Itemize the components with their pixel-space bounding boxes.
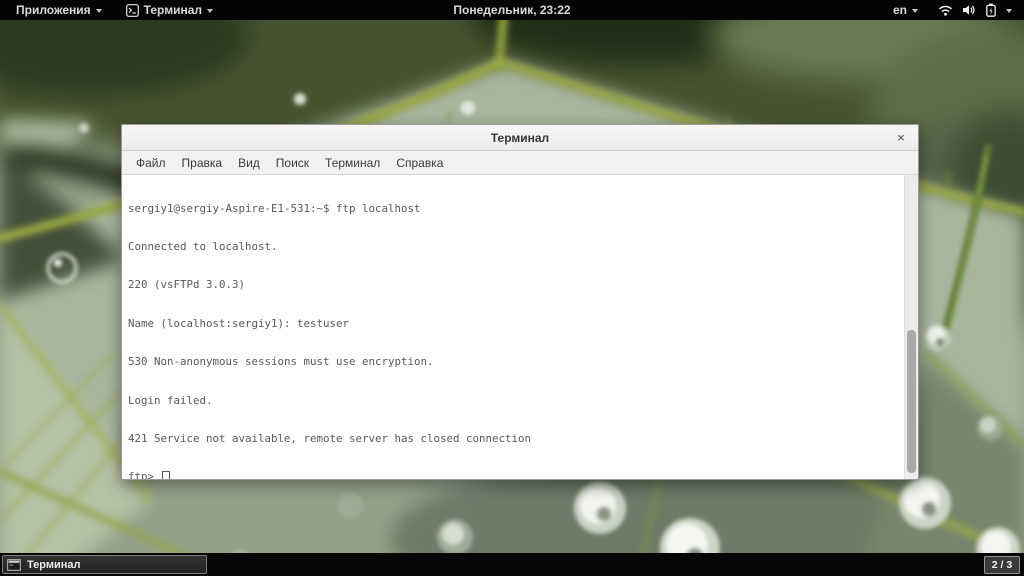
keyboard-layout-indicator[interactable]: en — [891, 0, 920, 20]
terminal-line: 421 Service not available, remote server… — [128, 431, 532, 445]
menu-item-search[interactable]: Поиск — [268, 153, 317, 173]
window-menubar: Файл Правка Вид Поиск Терминал Справка — [122, 151, 918, 175]
window-title: Терминал — [490, 130, 550, 145]
menu-item-terminal[interactable]: Терминал — [317, 153, 388, 173]
bottom-bar: Терминал 2 / 3 — [0, 553, 1024, 576]
close-button[interactable]: × — [892, 125, 910, 150]
terminal-line: Login failed. — [128, 393, 213, 407]
top-bar: Приложения Терминал Понедельник, 23:22 e… — [0, 0, 1024, 20]
terminal-prompt-line: ftp> — [128, 471, 898, 479]
system-menu-chevron-icon — [1006, 8, 1012, 13]
applications-menu[interactable]: Приложения — [10, 0, 108, 20]
terminal-window-icon — [7, 558, 21, 571]
wifi-icon — [938, 5, 953, 16]
terminal-line: 530 Non-anonymous sessions must use encr… — [128, 355, 434, 369]
battery-charging-icon — [986, 3, 996, 17]
desktop: Приложения Терминал Понедельник, 23:22 e… — [0, 0, 1024, 576]
terminal-app-menu[interactable]: Терминал — [120, 0, 219, 20]
keyboard-layout-label: en — [892, 3, 907, 17]
terminal-line: Connected to localhost. — [128, 239, 278, 253]
menu-item-view[interactable]: Вид — [230, 153, 268, 173]
taskbar-window-label: Терминал — [27, 558, 81, 571]
terminal-line: sergiy1@sergiy-Aspire-E1-531:~$ ftp loca… — [128, 201, 421, 215]
terminal-line: 220 (vsFTPd 3.0.3) — [128, 278, 246, 292]
taskbar-window-button[interactable]: Терминал — [2, 555, 207, 574]
chevron-down-icon — [207, 8, 214, 13]
scrollbar-thumb[interactable] — [907, 330, 916, 473]
terminal-line: Name (localhost:sergiy1): testuser — [128, 316, 350, 330]
applications-menu-label: Приложения — [16, 3, 91, 17]
chevron-down-icon — [912, 8, 918, 13]
terminal-app-icon — [125, 3, 139, 17]
terminal-prompt: ftp> — [128, 470, 161, 479]
menu-item-file[interactable]: Файл — [128, 153, 174, 173]
menu-item-edit[interactable]: Правка — [174, 153, 231, 173]
terminal-scrollbar[interactable] — [904, 175, 918, 479]
clock[interactable]: Понедельник, 23:22 — [453, 3, 570, 17]
terminal-app-menu-label: Терминал — [143, 3, 203, 17]
terminal-output: sergiy1@sergiy-Aspire-E1-531:~$ ftp loca… — [128, 177, 898, 479]
window-titlebar[interactable]: Терминал × — [122, 125, 918, 151]
terminal-cursor — [161, 471, 170, 479]
terminal-viewport[interactable]: sergiy1@sergiy-Aspire-E1-531:~$ ftp loca… — [122, 175, 918, 479]
menu-item-help[interactable]: Справка — [388, 153, 451, 173]
terminal-window: Терминал × Файл Правка Вид Поиск Термина… — [121, 124, 919, 480]
system-status-area[interactable] — [938, 3, 1012, 17]
chevron-down-icon — [95, 8, 102, 13]
workspace-indicator[interactable]: 2 / 3 — [984, 555, 1020, 574]
volume-icon — [963, 5, 975, 15]
